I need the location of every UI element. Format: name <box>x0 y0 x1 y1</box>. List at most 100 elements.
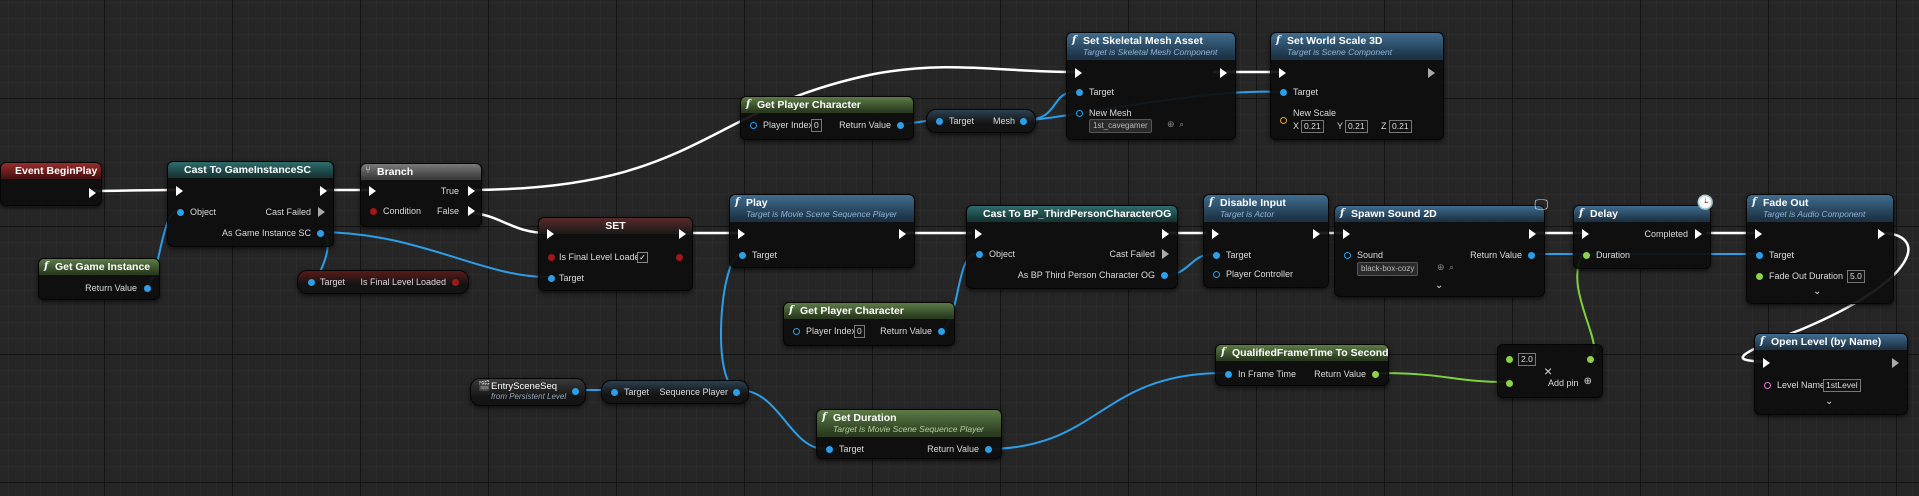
mesh-asset-dropdown[interactable]: 1st_cavegamer <box>1089 119 1152 133</box>
scale-x-field[interactable]: 0.21 <box>1301 120 1324 133</box>
object-pin[interactable] <box>976 251 983 258</box>
return-value-pin[interactable] <box>144 285 151 292</box>
exec-out-pin[interactable] <box>1220 68 1227 78</box>
exec-out-pin[interactable] <box>679 229 686 239</box>
get-player-character-node-top[interactable]: f Get Player Character Player Index 0 Ret… <box>740 96 914 140</box>
value-pin[interactable] <box>452 279 459 286</box>
add-pin-icon[interactable]: ⊕ <box>1584 376 1592 387</box>
target-pin[interactable] <box>1280 89 1287 96</box>
true-pin[interactable] <box>468 186 475 196</box>
return-value-pin[interactable] <box>1528 252 1535 259</box>
get-player-character-node-mid[interactable]: f Get Player Character Player Index 0 Ret… <box>783 302 955 346</box>
target-pin[interactable] <box>611 389 618 396</box>
exec-out-pin[interactable] <box>1529 229 1536 239</box>
exec-out-pin[interactable] <box>320 186 327 196</box>
fade-duration-pin[interactable] <box>1756 273 1763 280</box>
sound-pin[interactable] <box>1344 252 1351 259</box>
exec-out-pin[interactable] <box>89 188 96 198</box>
duration-pin[interactable] <box>1583 252 1590 259</box>
exec-in-pin[interactable] <box>176 186 183 196</box>
target-pin[interactable] <box>1076 89 1083 96</box>
completed-pin[interactable] <box>1695 229 1702 239</box>
input-a-field[interactable]: 2.0 <box>1518 353 1536 366</box>
exec-in-pin[interactable] <box>1582 229 1589 239</box>
return-value-pin[interactable] <box>938 328 945 335</box>
player-controller-pin[interactable] <box>1213 271 1220 278</box>
object-pin[interactable] <box>177 209 184 216</box>
level-name-field[interactable]: 1stLevel <box>1823 379 1861 392</box>
as-gi-pin[interactable] <box>317 230 324 237</box>
target-pin[interactable] <box>308 279 315 286</box>
event-begin-play-node[interactable]: Event BeginPlay <box>0 162 102 206</box>
exec-in-pin[interactable] <box>738 229 745 239</box>
output-pin[interactable] <box>572 388 579 395</box>
is-final-level-loaded-getter[interactable]: Target Is Final Level Loaded <box>297 270 469 294</box>
input-b-pin[interactable] <box>1506 380 1513 387</box>
input-a-pin[interactable] <box>1506 356 1513 363</box>
exec-out-pin[interactable] <box>1878 229 1885 239</box>
return-value-pin[interactable] <box>985 446 992 453</box>
exec-in-pin[interactable] <box>1755 229 1762 239</box>
condition-pin[interactable] <box>370 208 377 215</box>
browse-icon[interactable]: ⌕ <box>1179 119 1184 130</box>
open-level-by-name-node[interactable]: f Open Level (by Name) Level Name 1stLeve… <box>1754 333 1908 415</box>
player-index-pin[interactable] <box>750 122 757 129</box>
sequence-player-getter-node[interactable]: Target Sequence Player <box>601 380 749 404</box>
scale-y-field[interactable]: 0.21 <box>1345 120 1368 133</box>
exec-out-pin[interactable] <box>1892 358 1899 368</box>
multiply-node[interactable]: 2.0 × Add pin ⊕ <box>1497 344 1603 398</box>
mesh-getter-node[interactable]: Target Mesh <box>926 109 1036 133</box>
value-in-pin[interactable] <box>548 254 555 261</box>
scale-z-field[interactable]: 0.21 <box>1389 120 1412 133</box>
exec-out-pin[interactable] <box>899 229 906 239</box>
exec-in-pin[interactable] <box>1343 229 1350 239</box>
exec-in-pin[interactable] <box>369 186 376 196</box>
value-out-pin[interactable] <box>676 254 683 261</box>
exec-in-pin[interactable] <box>1075 68 1082 78</box>
fade-out-node[interactable]: f Fade Out Target is Audio Component Targe… <box>1746 194 1894 304</box>
exec-out-pin[interactable] <box>1428 68 1435 78</box>
exec-in-pin[interactable] <box>975 229 982 239</box>
false-pin[interactable] <box>468 206 475 216</box>
value-checkbox[interactable]: ✓ <box>637 252 648 263</box>
exec-in-pin[interactable] <box>1212 229 1219 239</box>
new-scale-pin[interactable] <box>1280 117 1287 124</box>
sound-asset-dropdown[interactable]: black-box-cozy <box>1357 262 1419 276</box>
blueprint-graph[interactable]: Event BeginPlay f Get Game Instance Retur… <box>0 0 1919 496</box>
target-pin[interactable] <box>1213 252 1220 259</box>
mesh-pin[interactable] <box>1020 118 1027 125</box>
cast-failed-pin[interactable] <box>318 207 325 217</box>
target-pin[interactable] <box>826 446 833 453</box>
set-node[interactable]: SET Is Final Level Loaded ✓ Target <box>538 217 693 291</box>
use-selected-icon[interactable]: ⊕ <box>1167 119 1175 130</box>
cast-bp-thirdpersoncharacterog-node[interactable]: Cast To BP_ThirdPersonCharacterOG Object… <box>966 205 1178 289</box>
as-bp-pin[interactable] <box>1161 272 1168 279</box>
exec-in-pin[interactable] <box>1763 358 1770 368</box>
player-index-pin[interactable] <box>793 328 800 335</box>
exec-out-pin[interactable] <box>1162 229 1169 239</box>
target-pin[interactable] <box>1756 252 1763 259</box>
cast-failed-pin[interactable] <box>1162 249 1169 259</box>
exec-in-pin[interactable] <box>547 229 554 239</box>
use-selected-icon[interactable]: ⊕ <box>1437 262 1445 273</box>
delay-node[interactable]: f Delay 🕒 Completed Duration <box>1573 194 1714 269</box>
entry-scene-seq-node[interactable]: 🎬 EntrySceneSeq from Persistent Level <box>470 378 586 406</box>
in-frame-time-pin[interactable] <box>1225 371 1232 378</box>
return-value-pin[interactable] <box>897 122 904 129</box>
exec-in-pin[interactable] <box>1279 68 1286 78</box>
target-pin[interactable] <box>548 275 555 282</box>
branch-node[interactable]: ⑂ Branch Condition True False <box>360 163 482 227</box>
expand-chevron-icon[interactable]: ⌄ <box>1813 286 1821 297</box>
play-node[interactable]: f Play Target is Movie Scene Sequence Play… <box>729 194 915 268</box>
level-name-pin[interactable] <box>1764 382 1771 389</box>
expand-chevron-icon[interactable]: ⌄ <box>1435 280 1443 291</box>
browse-icon[interactable]: ⌕ <box>1449 262 1454 273</box>
player-index-field[interactable]: 0 <box>854 325 865 338</box>
get-duration-node[interactable]: f Get Duration Target is Movie Scene Seque… <box>816 409 1002 459</box>
target-pin[interactable] <box>739 252 746 259</box>
cast-gameinstancesc-node[interactable]: Cast To GameInstanceSC Object Cast Faile… <box>167 161 334 247</box>
return-value-pin[interactable] <box>1372 371 1379 378</box>
player-index-field[interactable]: 0 <box>811 119 822 132</box>
disable-input-node[interactable]: f Disable Input Target is Actor Target Pla… <box>1203 194 1329 288</box>
target-pin[interactable] <box>936 118 943 125</box>
